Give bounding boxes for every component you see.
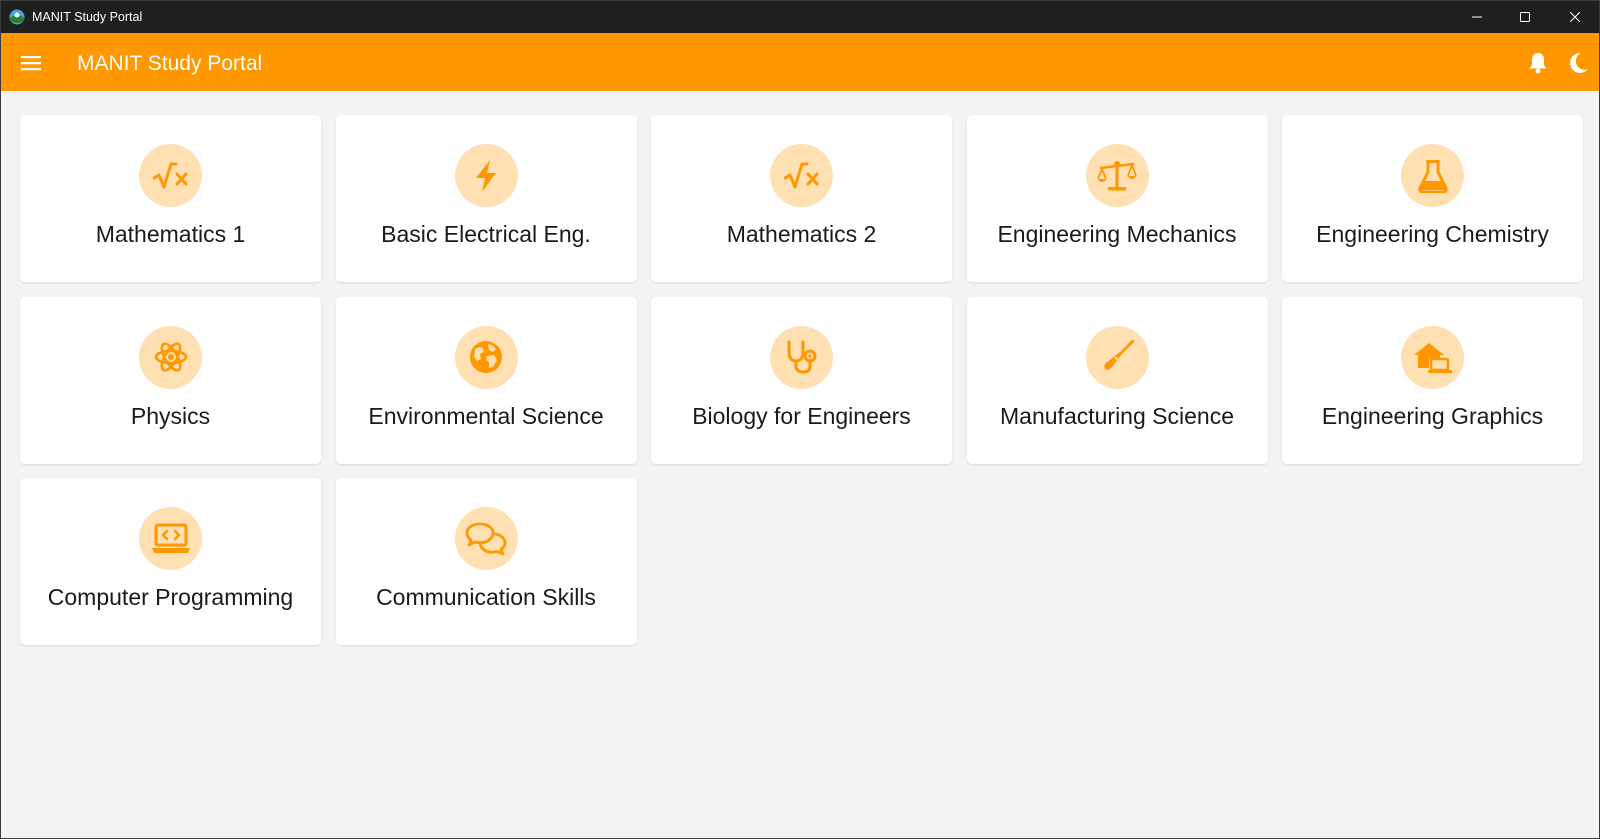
house-laptop-icon: [1413, 343, 1452, 373]
subject-card-manufacturing-science[interactable]: Manufacturing Science: [966, 296, 1268, 464]
atom-icon: [154, 342, 187, 372]
subject-label: Engineering Mechanics: [997, 221, 1237, 247]
subject-label: Communication Skills: [376, 584, 596, 610]
icon-badge: [139, 144, 202, 207]
globe-icon: [470, 341, 502, 373]
icon-badge: [139, 507, 202, 570]
icon-badge: [1085, 325, 1149, 389]
close-icon: [1570, 12, 1580, 22]
window-titlebar[interactable]: MANIT Study Portal: [1, 1, 1599, 33]
moon-icon: [1570, 52, 1588, 73]
icon-badge: [1401, 325, 1464, 389]
maximize-icon: [1520, 12, 1530, 22]
subject-label: Mathematics 1: [95, 221, 246, 247]
subject-label: Basic Electrical Eng.: [381, 221, 591, 247]
subject-label: Environmental Science: [368, 402, 604, 429]
notifications-button[interactable]: [1524, 49, 1552, 77]
theme-toggle-button[interactable]: [1564, 49, 1592, 77]
subject-card-engineering-chemistry[interactable]: Engineering Chemistry: [1282, 115, 1583, 282]
icon-badge: [454, 325, 518, 389]
icon-badge: [1085, 144, 1149, 207]
icon-badge: [139, 325, 202, 389]
subject-card-computer-programming[interactable]: Computer Programming: [20, 478, 321, 645]
subject-label: Biology for Engineers: [692, 402, 911, 429]
app-logo-icon: [9, 9, 25, 25]
subjects-grid: Mathematics 1 Basic Electrical Eng. Math…: [20, 115, 1584, 645]
window-title: MANIT Study Portal: [32, 10, 143, 24]
subject-label: Engineering Chemistry: [1316, 221, 1549, 247]
subject-label: Engineering Graphics: [1321, 402, 1544, 429]
icon-badge: [454, 507, 518, 570]
icon-badge: [454, 144, 518, 207]
minimize-button[interactable]: [1453, 1, 1501, 33]
subject-card-mathematics-1[interactable]: Mathematics 1: [20, 115, 321, 282]
app-title: MANIT Study Portal: [77, 52, 263, 75]
subject-card-physics[interactable]: Physics: [20, 296, 321, 464]
bell-icon: [1529, 53, 1547, 74]
subject-card-biology-for-engineers[interactable]: Biology for Engineers: [651, 296, 952, 464]
flask-icon: [1417, 159, 1448, 193]
menu-button[interactable]: [15, 47, 47, 79]
subject-card-basic-electrical-eng[interactable]: Basic Electrical Eng.: [335, 115, 637, 282]
app-bar: MANIT Study Portal: [1, 33, 1599, 91]
screwdriver-icon: [1104, 340, 1134, 370]
icon-badge: [1401, 144, 1464, 207]
subject-card-communication-skills[interactable]: Communication Skills: [335, 478, 637, 645]
subject-label: Computer Programming: [47, 584, 294, 610]
icon-badge: [770, 144, 833, 207]
subject-label: Mathematics 2: [726, 221, 877, 247]
minimize-icon: [1472, 16, 1482, 18]
lightning-bolt-icon: [476, 159, 496, 192]
square-root-icon: [152, 162, 187, 188]
laptop-code-icon: [151, 523, 190, 553]
balance-scale-icon: [1097, 160, 1137, 190]
square-root-icon: [783, 162, 818, 188]
subject-label: Physics: [130, 402, 211, 429]
close-button[interactable]: [1551, 1, 1599, 33]
app-window: MANIT Study Portal MANIT Study Portal Ma…: [0, 0, 1600, 839]
chat-bubbles-icon: [465, 522, 507, 555]
subject-label: Manufacturing Science: [1000, 402, 1234, 429]
subject-card-mathematics-2[interactable]: Mathematics 2: [651, 115, 952, 282]
subject-card-engineering-mechanics[interactable]: Engineering Mechanics: [966, 115, 1268, 282]
subject-card-engineering-graphics[interactable]: Engineering Graphics: [1282, 296, 1583, 464]
hamburger-menu-icon: [21, 56, 41, 71]
maximize-button[interactable]: [1501, 1, 1549, 33]
subject-card-environmental-science[interactable]: Environmental Science: [335, 296, 637, 464]
icon-badge: [770, 325, 833, 389]
stethoscope-icon: [787, 340, 816, 374]
